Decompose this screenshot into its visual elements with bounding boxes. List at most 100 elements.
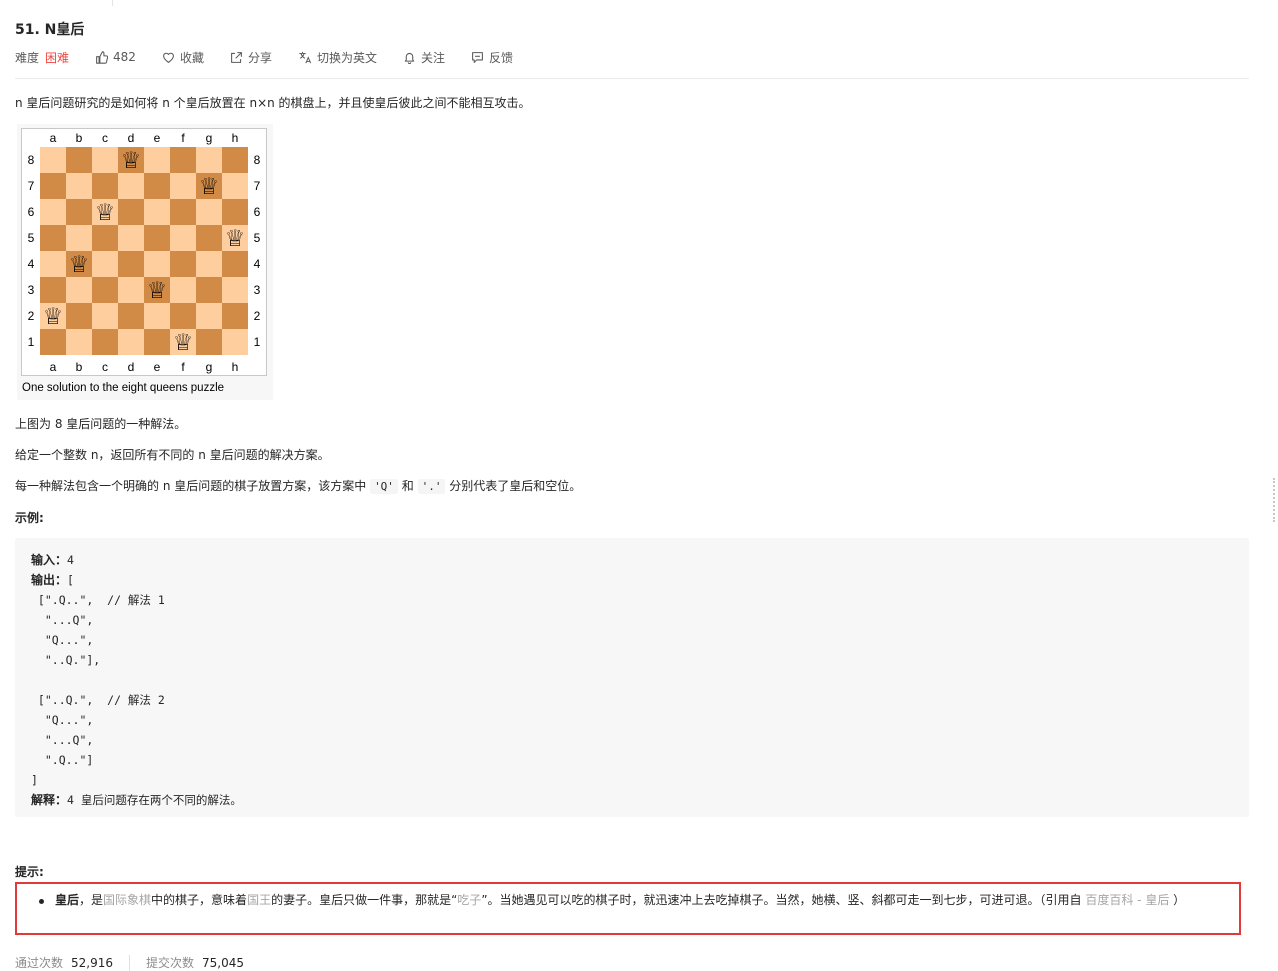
rank-label-left: 7 xyxy=(28,179,35,193)
rank-label-right: 2 xyxy=(254,309,261,323)
file-label-top: b xyxy=(76,131,83,145)
input-line: 输入：4 xyxy=(31,550,242,570)
file-label-top: c xyxy=(102,131,108,145)
rank-label-right: 1 xyxy=(254,335,261,349)
chessboard: aabbccddeeffgghh8 87 76 65 54 43 32 21 1♕♕♕♕♕♕♕♕ xyxy=(28,131,261,374)
square-a7 xyxy=(40,173,66,199)
square-c2 xyxy=(92,303,118,329)
square-a8 xyxy=(40,147,66,173)
queen-icon: ♕ xyxy=(43,304,64,330)
square-e4 xyxy=(144,251,170,277)
output-line-8: "...Q", xyxy=(31,733,94,747)
square-a4 xyxy=(40,251,66,277)
square-c4 xyxy=(92,251,118,277)
file-label-top: d xyxy=(128,131,135,145)
heart-icon xyxy=(163,52,174,63)
queen-icon: ♕ xyxy=(199,174,220,200)
explain-line: 解释：4 皇后问题存在两个不同的解法。 xyxy=(31,790,242,810)
accepted-count: 52,916 xyxy=(71,955,114,970)
queen-icon: ♕ xyxy=(147,278,168,304)
square-h7 xyxy=(222,173,248,199)
square-c1 xyxy=(92,329,118,355)
rank-label-left: 6 xyxy=(28,205,35,219)
rank-label-right: 6 xyxy=(254,205,261,219)
problem-meta-bar: 难度 困难 482 收藏 分享 切换为英文 关注 反馈 xyxy=(15,48,539,66)
output-line-4: "..Q."], xyxy=(31,653,101,667)
submitted-count: 75,045 xyxy=(202,955,245,970)
square-b2 xyxy=(66,303,92,329)
switch-language-button[interactable]: 切换为英文 xyxy=(298,49,377,66)
description-line-2: 给定一个整数 n，返回所有不同的 n 皇后问题的解决方案。 xyxy=(15,448,330,462)
input-label: 输入： xyxy=(31,553,68,567)
thumbs-up-icon xyxy=(96,50,109,64)
favorite-label: 收藏 xyxy=(179,50,204,65)
explain-label: 解释： xyxy=(31,793,68,807)
accepted-label: 通过次数 xyxy=(15,956,64,970)
submission-stats: 通过次数 52,916 提交次数 75,045 xyxy=(15,954,244,971)
square-a1 xyxy=(40,329,66,355)
share-button[interactable]: 分享 xyxy=(230,49,272,66)
square-g8 xyxy=(196,147,222,173)
top-edge xyxy=(0,0,1278,6)
square-h2 xyxy=(222,303,248,329)
translate-icon xyxy=(299,51,312,63)
like-button[interactable]: 482 xyxy=(95,50,136,64)
chessboard-frame: a a b b c c d d e e f f g g h h 8 8 7 7 6 6 5 5 4 4 3 3 2 2 1 1 ♕ ♕ ♕ ♕ ♕ ♕ ♕ ♕ xyxy=(21,128,267,376)
feedback-button[interactable]: 反馈 xyxy=(471,49,513,66)
hint-text-3: 的妻子。皇后只做一件事，那就是“ xyxy=(271,893,458,907)
eight-queens-figure: a a b b c c d d e e f f g g h h 8 8 7 7 6 6 5 5 4 4 3 3 2 2 1 1 ♕ ♕ ♕ ♕ ♕ ♕ ♕ ♕… xyxy=(17,124,273,400)
square-h8 xyxy=(222,147,248,173)
explain-value: 4 皇后问题存在两个不同的解法。 xyxy=(67,793,242,807)
queen-icon: ♕ xyxy=(95,200,116,226)
square-c3 xyxy=(92,277,118,303)
stats-separator xyxy=(129,954,131,971)
rank-label-right: 4 xyxy=(254,257,261,271)
file-label-bottom: c xyxy=(102,360,108,374)
favorite-button[interactable]: 收藏 xyxy=(162,49,204,66)
link-capture[interactable]: 吃子 xyxy=(457,893,481,907)
square-h4 xyxy=(222,251,248,277)
line-3-end: 分别代表了皇后和空位。 xyxy=(445,479,582,493)
line-3-start: 每一种解法包含一个明确的 n 皇后问题的棋子放置方案，该方案中 xyxy=(15,479,371,493)
divider xyxy=(15,78,1249,79)
square-b1 xyxy=(66,329,92,355)
square-a6 xyxy=(40,199,66,225)
square-f6 xyxy=(170,199,196,225)
file-label-bottom: h xyxy=(232,360,239,374)
like-count: 482 xyxy=(113,50,136,64)
square-d7 xyxy=(118,173,144,199)
square-h1 xyxy=(222,329,248,355)
output-label: 输出： xyxy=(31,573,68,587)
square-b5 xyxy=(66,225,92,251)
square-f5 xyxy=(170,225,196,251)
follow-button[interactable]: 关注 xyxy=(403,49,445,66)
file-label-bottom: a xyxy=(50,360,57,374)
difficulty: 难度 困难 xyxy=(15,49,69,66)
rank-label-left: 3 xyxy=(28,283,35,297)
hint-term: 皇后 xyxy=(55,893,80,907)
hint-text: 皇后，是国际象棋中的棋子，意味着国王的妻子。皇后只做一件事，那就是“吃子”。当她… xyxy=(55,891,1239,910)
figure-caption: One solution to the eight queens puzzle xyxy=(22,382,225,394)
resize-handle[interactable] xyxy=(1273,478,1277,522)
output-line-0: [ xyxy=(67,573,74,587)
queen-icon: ♕ xyxy=(69,252,90,278)
queen-icon: ♕ xyxy=(225,226,246,252)
rank-label-left: 4 xyxy=(28,257,35,271)
follow-label: 关注 xyxy=(420,50,445,65)
square-f8 xyxy=(170,147,196,173)
output-line-6: ["..Q.", // 解法 2 xyxy=(31,693,165,707)
link-baidu-baike[interactable]: 百度百科 - 皇后 xyxy=(1085,893,1169,907)
output-line-2: "...Q", xyxy=(31,613,94,627)
square-e7 xyxy=(144,173,170,199)
square-b6 xyxy=(66,199,92,225)
rank-label-left: 1 xyxy=(28,335,35,349)
hint-highlight-box: 皇后，是国际象棋中的棋子，意味着国王的妻子。皇后只做一件事，那就是“吃子”。当她… xyxy=(15,882,1241,935)
square-h3 xyxy=(222,277,248,303)
submitted-label: 提交次数 xyxy=(146,956,195,970)
file-label-top: a xyxy=(50,131,57,145)
hint-text-5: ） xyxy=(1169,893,1186,907)
link-chess[interactable]: 国际象棋 xyxy=(103,893,151,907)
square-a3 xyxy=(40,277,66,303)
link-king[interactable]: 国王 xyxy=(247,893,271,907)
rank-label-right: 7 xyxy=(254,179,261,193)
